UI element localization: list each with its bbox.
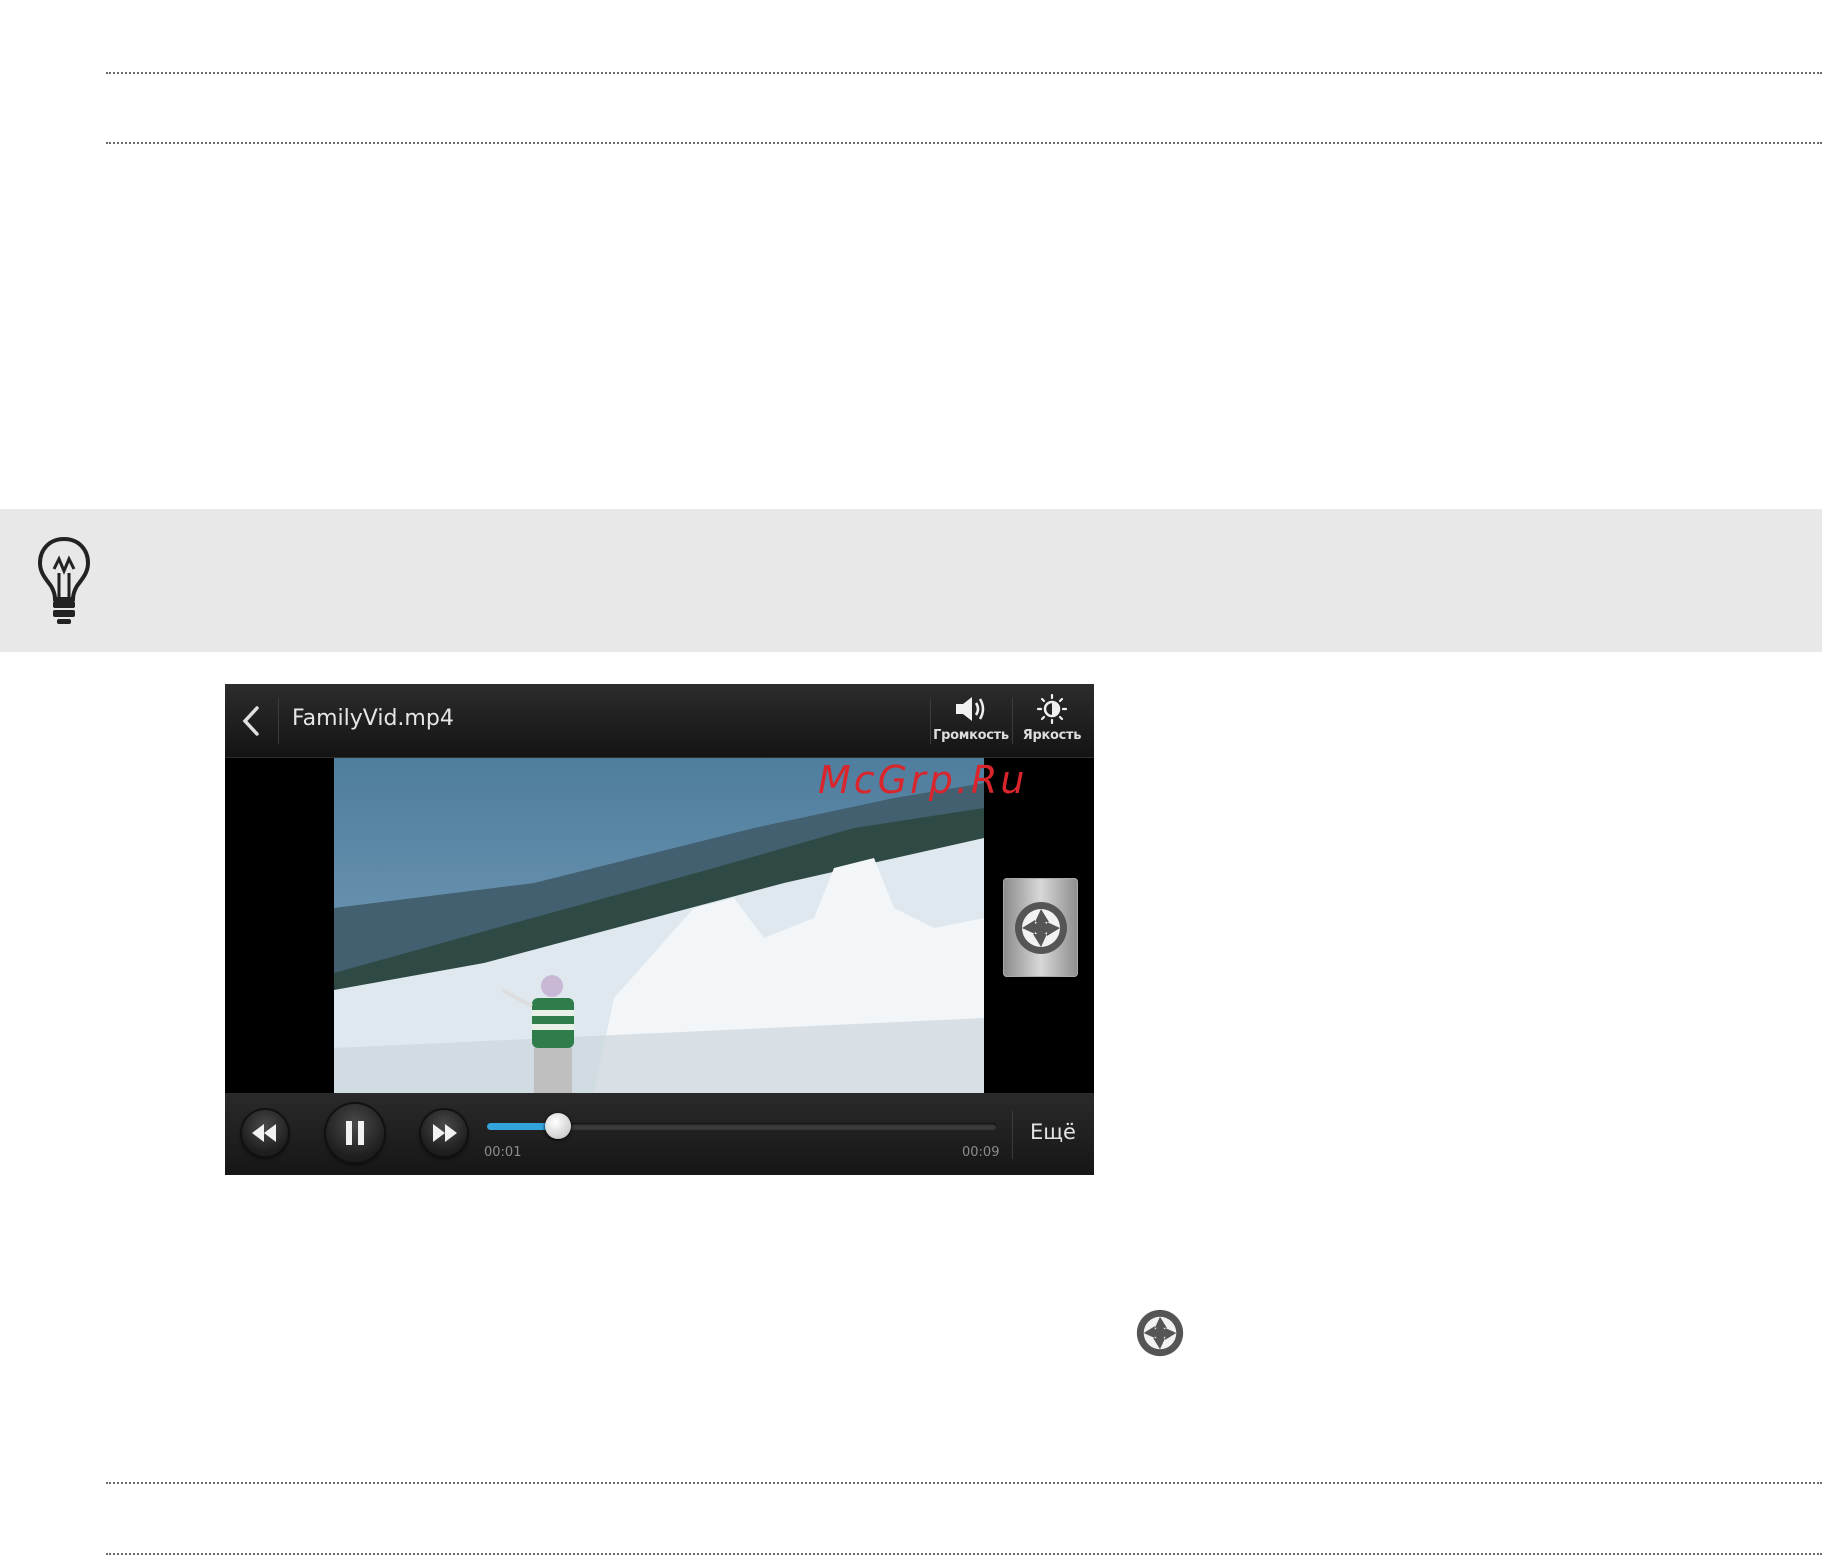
capture-button[interactable] (1003, 878, 1078, 977)
top-separator (278, 698, 279, 744)
divider-top-2 (106, 142, 1822, 144)
rewind-button[interactable] (242, 1110, 288, 1156)
fast-forward-button[interactable] (421, 1110, 467, 1156)
seek-bar[interactable] (487, 1113, 997, 1139)
divider-bottom-2 (106, 1553, 1822, 1555)
speaker-icon (956, 697, 985, 721)
divider-top-1 (106, 72, 1822, 74)
divider-bottom-1 (106, 1482, 1822, 1484)
camera-shutter-icon (1015, 902, 1067, 954)
tip-band (0, 509, 1822, 652)
brightness-button[interactable]: Яркость (1013, 692, 1091, 750)
video-player-screenshot: FamilyVid.mp4 Громкость Яркость McGrp.Ru… (225, 684, 1094, 1175)
total-duration: 00:09 (962, 1145, 1000, 1160)
top-separator (930, 698, 931, 744)
more-button[interactable]: Ещё (1030, 1120, 1076, 1144)
back-arrow-icon[interactable] (235, 702, 267, 740)
pause-icon (346, 1121, 364, 1145)
watermark: McGrp.Ru (818, 758, 1028, 802)
seek-thumb[interactable] (545, 1113, 572, 1139)
brightness-label: Яркость (1022, 728, 1082, 743)
elapsed-time: 00:01 (484, 1145, 522, 1160)
lightbulb-icon (37, 536, 91, 624)
volume-label: Громкость (933, 728, 1009, 743)
camera-shutter-icon (1136, 1309, 1184, 1357)
fast-forward-icon (433, 1124, 457, 1142)
rewind-icon (252, 1124, 276, 1142)
video-title: FamilyVid.mp4 (292, 706, 454, 731)
volume-button[interactable]: Громкость (932, 692, 1010, 750)
video-frame (334, 758, 984, 1094)
player-top-bar: FamilyVid.mp4 Громкость Яркость (225, 684, 1094, 758)
player-control-bar: 00:01 00:09 Ещё (225, 1093, 1094, 1175)
pause-button[interactable] (326, 1104, 384, 1162)
sun-icon (1036, 694, 1068, 724)
control-separator (1012, 1111, 1013, 1159)
